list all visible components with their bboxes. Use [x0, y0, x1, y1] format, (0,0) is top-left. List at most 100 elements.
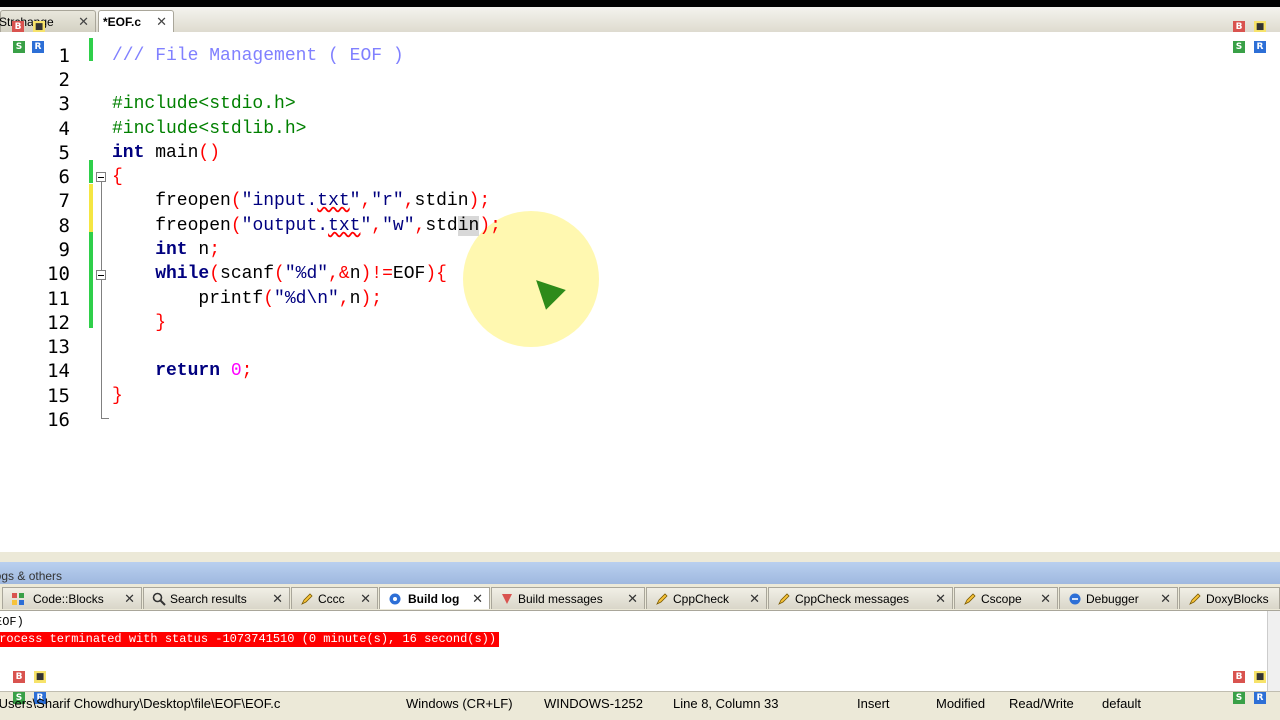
code-line-1[interactable]: /// File Management ( EOF ) [112, 44, 404, 68]
operator: , [414, 216, 426, 236]
tab-cppcheck[interactable]: CppCheck ✕ [646, 587, 767, 609]
identifier: scanf [220, 264, 275, 284]
change-bar-saved [89, 38, 93, 61]
tab-label: Code::Blocks [33, 592, 104, 606]
code-line-8[interactable]: freopen("output.txt","w",stdin); [112, 214, 501, 238]
log-scrollbar[interactable] [1267, 611, 1280, 691]
line-number: 10 [47, 263, 70, 285]
pencil-icon [778, 593, 790, 605]
code-line-15[interactable]: } [112, 384, 123, 408]
keyword: while [112, 264, 210, 284]
code-line-14[interactable]: return 0; [112, 359, 252, 383]
close-icon[interactable]: ✕ [272, 588, 283, 610]
editor-tab-bar: Strchange ✕ *EOF.c ✕ B ■ B ■ [0, 7, 1280, 33]
close-icon[interactable]: ✕ [472, 588, 483, 610]
pencil-icon [1189, 593, 1201, 605]
tab-eof-c[interactable]: *EOF.c ✕ [98, 10, 174, 33]
code-line-10[interactable]: while(scanf("%d",&n)!=EOF){ [112, 262, 447, 286]
code-line-11[interactable]: printf("%d\n",n); [112, 287, 382, 311]
tab-build-log[interactable]: Build log ✕ [379, 587, 490, 609]
status-insert-mode: Insert [857, 696, 890, 711]
identifier: freopen [112, 191, 231, 211]
tab-debugger[interactable]: Debugger ✕ [1059, 587, 1178, 609]
bookmark-yellow-icon[interactable]: ■ [34, 671, 46, 683]
operator: ( [230, 191, 242, 211]
tab-cccc[interactable]: Cccc ✕ [291, 587, 378, 609]
string: " [349, 191, 361, 211]
close-icon[interactable]: ✕ [627, 588, 638, 610]
fold-toggle[interactable] [96, 270, 106, 280]
tab-label: CppCheck messages [795, 592, 910, 606]
log-line: EOF) [0, 615, 24, 629]
operator: ); [468, 191, 491, 211]
identifier: freopen [112, 216, 231, 236]
close-icon[interactable]: ✕ [360, 588, 371, 610]
number: 0 [230, 361, 242, 381]
tab-build-messages[interactable]: Build messages ✕ [491, 587, 645, 609]
bookmark-red-icon[interactable]: B [13, 671, 25, 683]
operator: ; [209, 240, 221, 260]
s-marker-icon: S [1233, 41, 1245, 53]
operator: ); [360, 289, 383, 309]
r-marker-icon: R [1254, 41, 1266, 53]
operator: )!= [360, 264, 393, 284]
close-icon[interactable]: ✕ [935, 588, 946, 610]
keyword: int [112, 143, 145, 163]
operator: , [403, 191, 415, 211]
keyword: int [112, 240, 188, 260]
operator: () [198, 143, 221, 163]
line-number: 4 [58, 118, 70, 140]
tab-codeblocks[interactable]: Code::Blocks ✕ [2, 587, 142, 609]
code-line-6[interactable]: { [112, 165, 123, 189]
tab-doxyblocks[interactable]: DoxyBlocks [1179, 587, 1280, 609]
change-bar-saved [89, 160, 93, 183]
identifier: EOF [392, 264, 426, 284]
operator: , [338, 289, 350, 309]
code-line-5[interactable]: int main() [112, 141, 220, 165]
line-number: 2 [58, 69, 70, 91]
close-icon[interactable]: ✕ [749, 588, 760, 610]
code-line-7[interactable]: freopen("input.txt","r",stdin); [112, 189, 490, 213]
code-line-9[interactable]: int n; [112, 238, 220, 262]
s-marker-icon: S [1233, 692, 1245, 704]
close-icon[interactable]: ✕ [124, 588, 135, 610]
tab-cppcheck-messages[interactable]: CppCheck messages ✕ [768, 587, 953, 609]
code-line-4[interactable]: #include<stdlib.h> [112, 117, 306, 141]
operator: ); [479, 216, 501, 236]
operator: ){ [425, 264, 447, 284]
status-line-endings: Windows (CR+LF) [406, 696, 513, 711]
string: "%d" [284, 264, 329, 284]
close-icon[interactable]: ✕ [1160, 588, 1171, 610]
operator: ( [274, 264, 285, 284]
string-misspelled: txt [328, 216, 361, 236]
fold-toggle[interactable] [96, 172, 106, 182]
preprocessor: #include<stdio.h> [112, 94, 296, 114]
build-log-output[interactable]: EOF) Process terminated with status -107… [0, 611, 1268, 691]
tab-label: Debugger [1086, 592, 1139, 606]
string: "r" [371, 191, 404, 211]
operator: , [360, 191, 372, 211]
status-file-path: C:\Users\Sharif Chowdhury\Desktop\file\E… [0, 696, 281, 711]
tab-cscope[interactable]: Cscope ✕ [954, 587, 1058, 609]
code-editor[interactable]: S R S R 1 2 3 4 5 6 7 8 9 10 11 12 13 14… [0, 32, 1280, 552]
line-number: 16 [47, 409, 70, 431]
code-line-12[interactable]: } [112, 311, 166, 335]
line-number: 11 [47, 288, 70, 310]
operator: ( [209, 264, 221, 284]
codeblocks-icon [12, 593, 24, 605]
close-icon[interactable]: ✕ [156, 11, 167, 33]
identifier: main [144, 143, 199, 163]
log-line-error: Process terminated with status -10737415… [0, 632, 500, 647]
fold-line [101, 182, 102, 418]
brace: } [112, 386, 123, 406]
identifier: n [349, 289, 361, 309]
change-bar-saved [89, 232, 93, 328]
bookmark-yellow-icon[interactable]: ■ [1254, 671, 1266, 683]
code-line-3[interactable]: #include<stdio.h> [112, 92, 296, 116]
bookmark-red-icon[interactable]: B [1233, 671, 1245, 683]
tab-search-results[interactable]: Search results ✕ [143, 587, 290, 609]
close-icon[interactable]: ✕ [1040, 588, 1051, 610]
tab-label: Cscope [981, 592, 1022, 606]
close-icon[interactable]: ✕ [78, 11, 89, 33]
